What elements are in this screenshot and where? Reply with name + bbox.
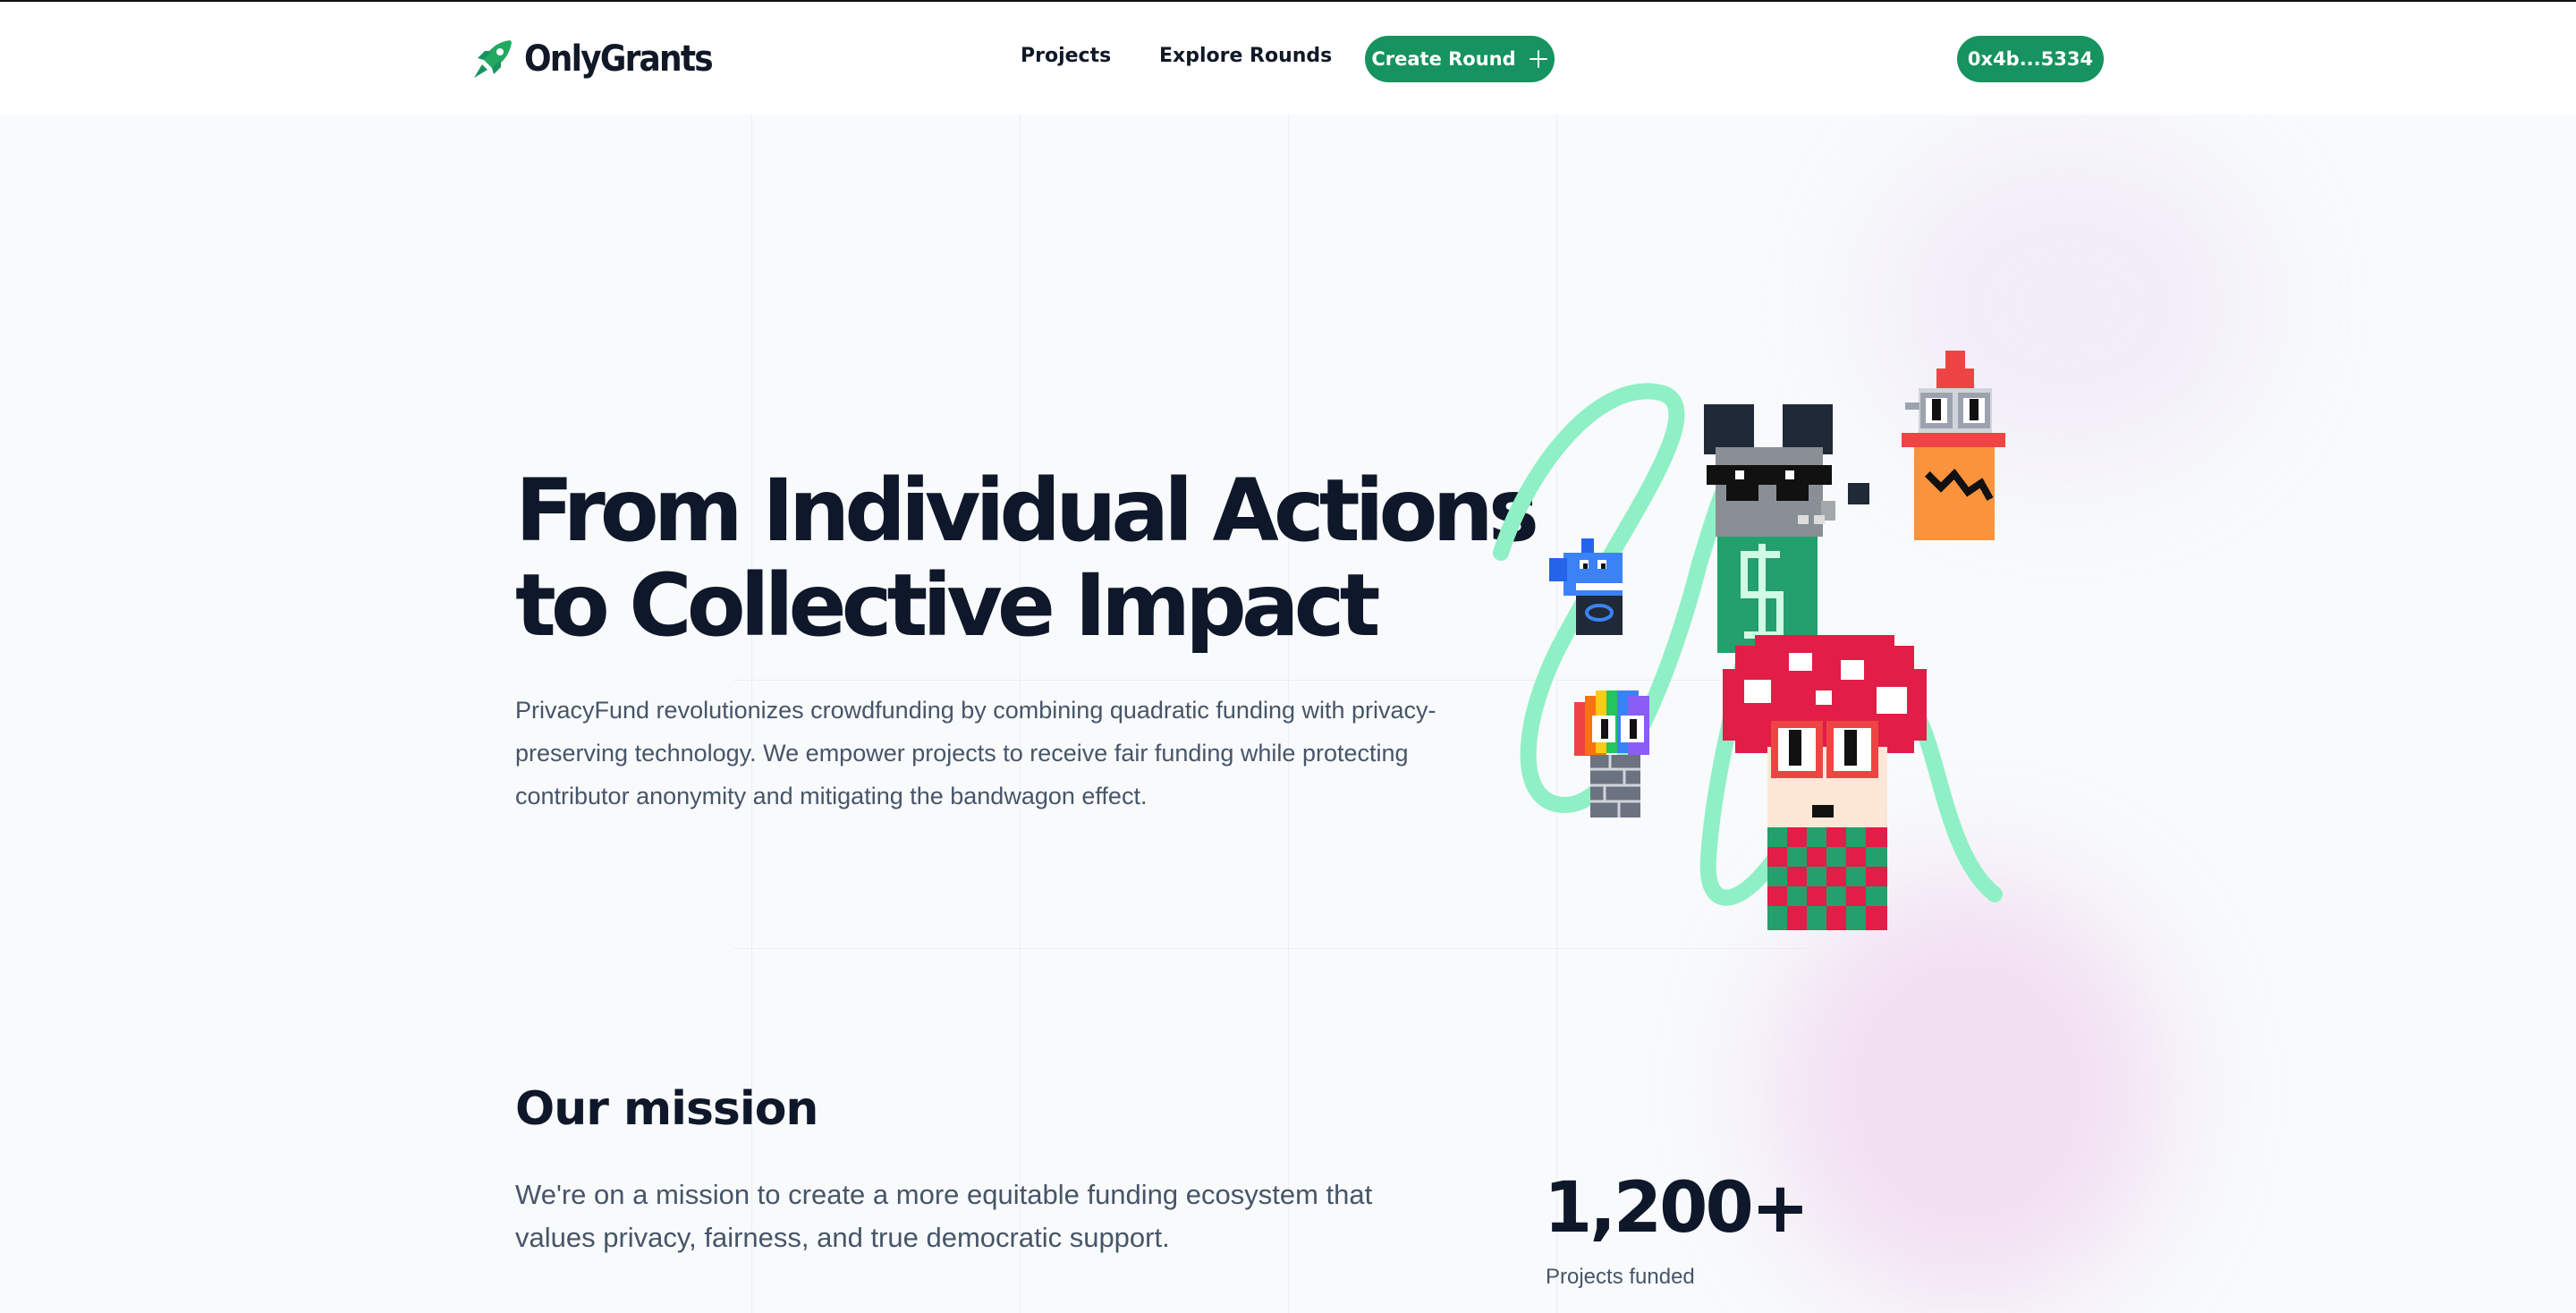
mission-description: We're on a mission to create a more equi… (515, 1179, 1373, 1253)
shark-character-icon (1549, 538, 1623, 635)
stat-label: Projects funded (1546, 1265, 1695, 1289)
grid-line (733, 948, 1807, 949)
logo[interactable]: OnlyGrants (470, 34, 733, 84)
nav-explore-rounds[interactable]: Explore Rounds (1159, 45, 1332, 67)
top-navbar: OnlyGrants Projects Explore Rounds Creat… (0, 2, 2576, 114)
plus-icon (1529, 49, 1548, 69)
hero-title-line-2: to Collective Impact (515, 555, 1380, 656)
candle-character-icon (1902, 351, 2005, 540)
logo-text: OnlyGrants (524, 38, 714, 80)
mission-title: Our mission (515, 1082, 818, 1136)
stat-value: 1,200+ (1544, 1168, 1809, 1249)
mouse-character-icon (1704, 404, 1869, 653)
create-round-label: Create Round (1371, 48, 1516, 70)
wallet-button[interactable]: 0x4b...5334 (1957, 36, 2104, 82)
create-round-button[interactable]: Create Round (1365, 36, 1555, 82)
hero-title: From Individual Actions to Collective Im… (515, 461, 1539, 656)
rocket-icon (474, 40, 512, 78)
hero-description: PrivacyFund revolutionizes crowdfunding … (515, 697, 1436, 809)
hero-title-line-1: From Individual Actions (515, 461, 1539, 561)
hero-illustration (1493, 351, 2005, 930)
wallet-address: 0x4b...5334 (1967, 48, 2094, 70)
nav-projects[interactable]: Projects (1021, 45, 1111, 67)
